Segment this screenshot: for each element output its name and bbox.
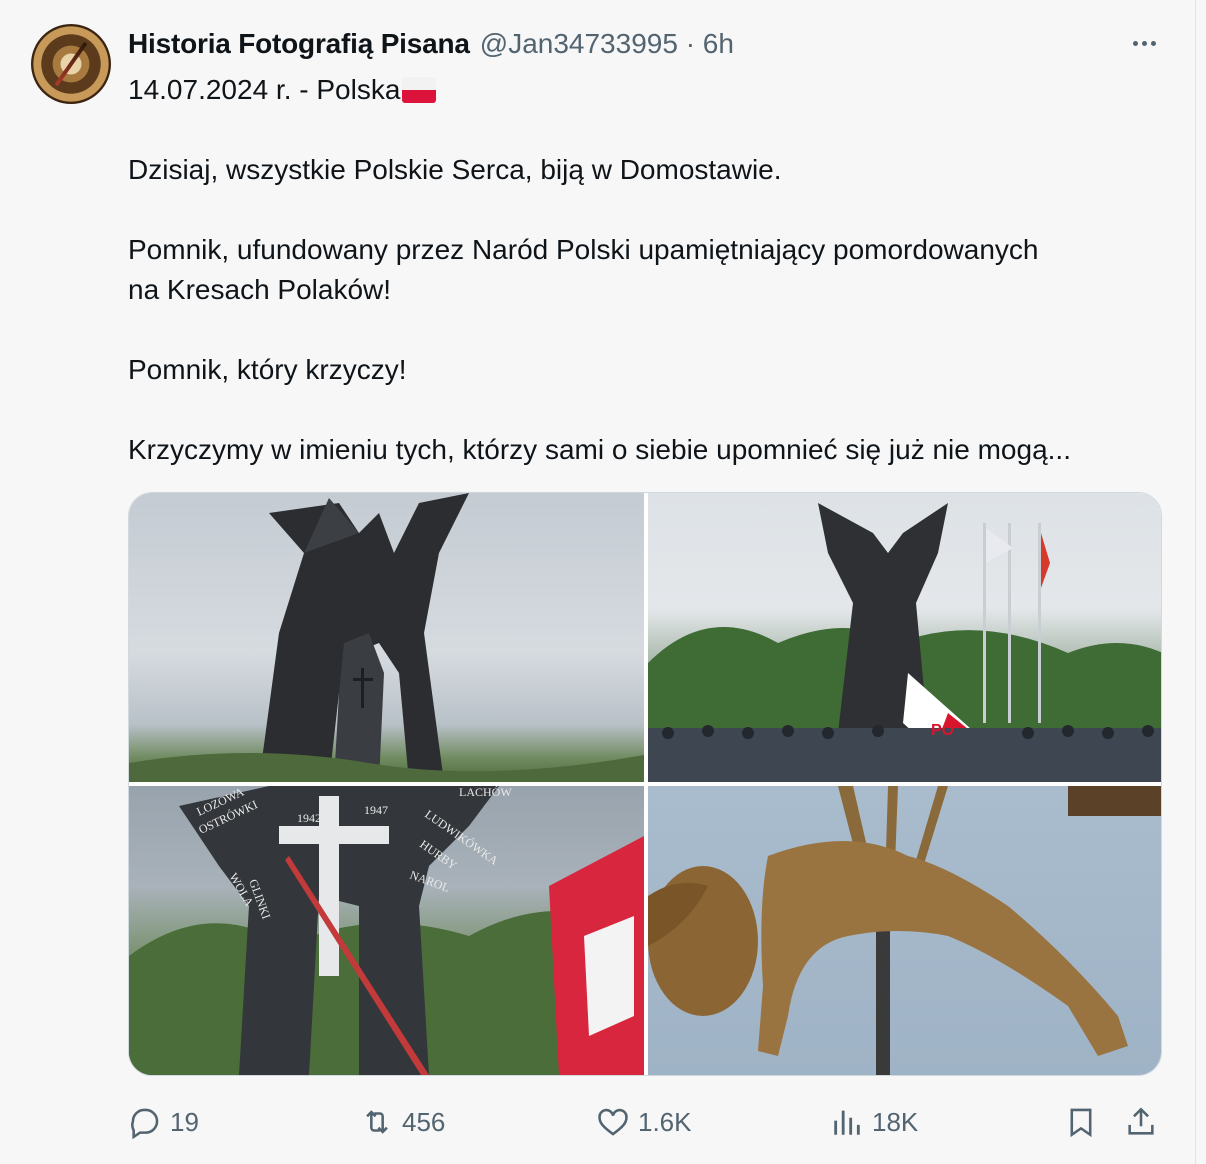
- media-grid: PO 1942 1947 LOZOWA OSTRÓWKI WOLA GLINKI…: [128, 492, 1162, 1076]
- sculpture-drawing: [648, 786, 1161, 1075]
- tweet-line: Pomnik, ufundowany przez Naród Polski up…: [128, 234, 1039, 265]
- photo-ceremony-crowd[interactable]: PO: [648, 493, 1161, 782]
- compass-needle: [54, 41, 88, 87]
- like-count: 1.6K: [638, 1106, 692, 1137]
- reply-button[interactable]: 19: [128, 1100, 199, 1144]
- bookmark-button[interactable]: [1064, 1100, 1098, 1144]
- repost-button[interactable]: 456: [360, 1100, 445, 1144]
- photo-bronze-sculpture[interactable]: [648, 786, 1161, 1075]
- tweet-line: Pomnik, który krzyczy!: [128, 354, 407, 385]
- tweet-line-text: 14.07.2024 r. - Polska: [128, 74, 401, 105]
- tweet-text: 14.07.2024 r. - Polska Dzisiaj, wszystki…: [128, 70, 1168, 470]
- views-icon: [834, 1110, 860, 1135]
- tweet-actions: 19 456 1.6K 18K: [128, 1100, 1168, 1144]
- name-lachow: LACHÓW: [459, 786, 512, 799]
- tweet-line: Dzisiaj, wszystkie Polskie Serca, biją w…: [128, 154, 782, 185]
- more-dot: [1141, 40, 1147, 46]
- tweet-card[interactable]: Historia Fotografią Pisana @Jan34733995 …: [0, 0, 1196, 1164]
- cross-drawing: 1942 1947 LOZOWA OSTRÓWKI WOLA GLINKI LU…: [129, 786, 644, 1075]
- year-left: 1942: [297, 811, 321, 825]
- author-handle-time[interactable]: @Jan34733995 · 6h: [480, 28, 734, 60]
- tweet-line: Krzyczymy w imieniu tych, którzy sami o …: [128, 434, 1071, 465]
- avatar[interactable]: [31, 24, 111, 104]
- like-icon: [598, 1108, 628, 1136]
- repost-count: 456: [402, 1106, 446, 1137]
- share-icon: [1128, 1107, 1154, 1135]
- share-button[interactable]: [1124, 1100, 1158, 1144]
- more-dot: [1150, 40, 1156, 46]
- tweet-header: Historia Fotografią Pisana @Jan34733995 …: [128, 26, 734, 62]
- reply-count: 19: [170, 1106, 199, 1137]
- ceremony-drawing: PO: [648, 503, 1161, 782]
- views-button[interactable]: 18K: [830, 1100, 918, 1144]
- like-button[interactable]: 1.6K: [596, 1100, 692, 1144]
- year-right: 1947: [364, 803, 388, 817]
- bookmark-icon: [1070, 1108, 1092, 1138]
- photo-cross-names[interactable]: 1942 1947 LOZOWA OSTRÓWKI WOLA GLINKI LU…: [129, 786, 644, 1075]
- repost-icon: [366, 1110, 388, 1134]
- reply-icon: [131, 1108, 159, 1139]
- tweet-line: na Kresach Polaków!: [128, 274, 392, 305]
- banner-text: PO: [931, 722, 954, 739]
- more-dot: [1132, 40, 1138, 46]
- more-options-button[interactable]: [1124, 28, 1164, 58]
- flag-poland-icon: [402, 77, 437, 103]
- tweet-line: 14.07.2024 r. - Polska: [128, 70, 1168, 110]
- photo-monument-closeup[interactable]: [129, 493, 644, 782]
- author-name[interactable]: Historia Fotografią Pisana: [128, 28, 470, 60]
- monument-drawing: [129, 493, 644, 782]
- views-count: 18K: [872, 1106, 919, 1137]
